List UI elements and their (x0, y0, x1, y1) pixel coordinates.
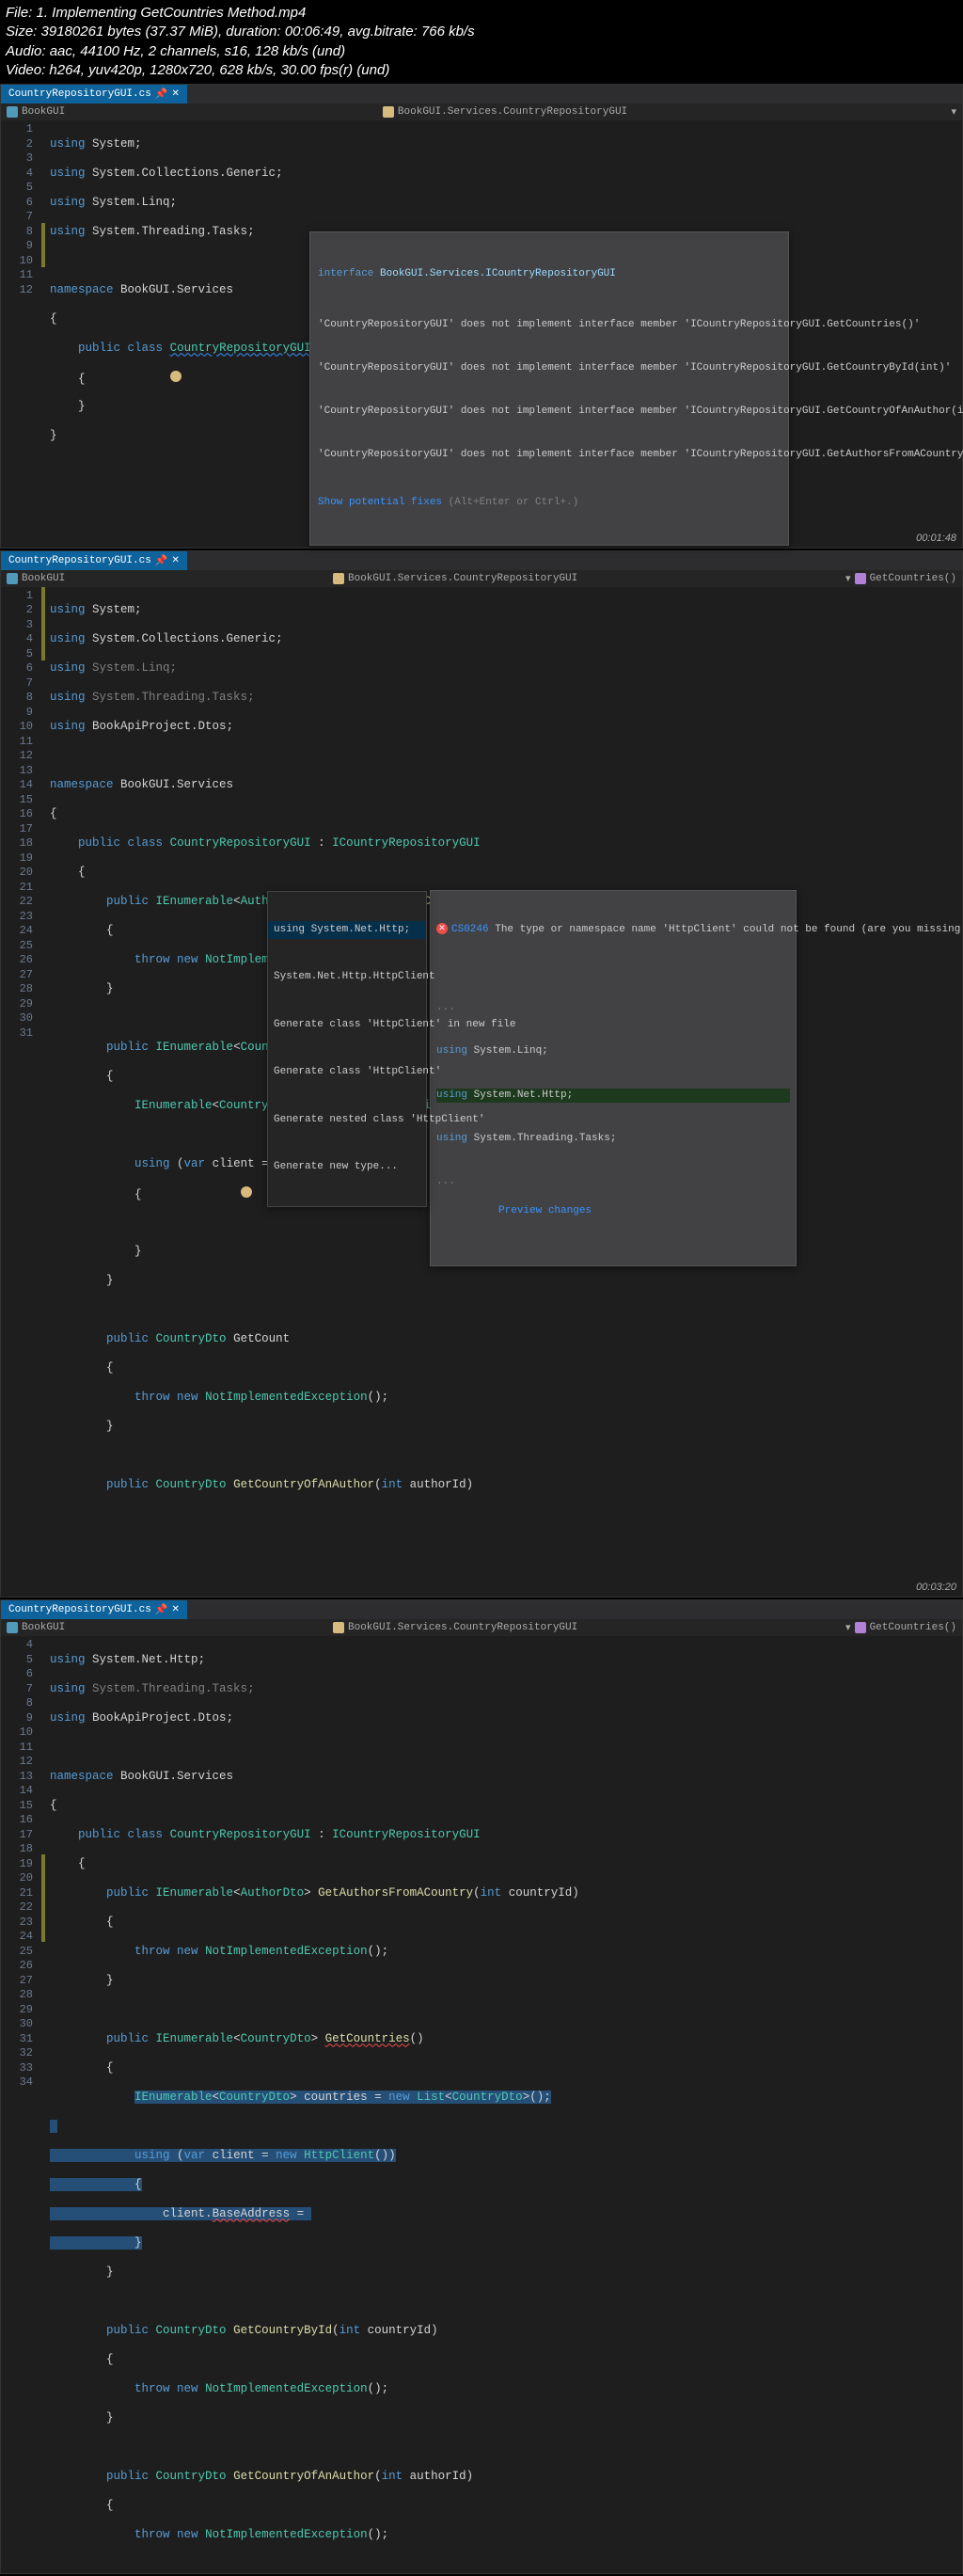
error-tooltip-2: ✕CS0246 The type or namespace name 'Http… (430, 890, 797, 1267)
project-icon (7, 1622, 18, 1633)
qf-item[interactable]: Generate class 'HttpClient' in new file (268, 1016, 426, 1035)
meta-line-4: Video: h264, yuv420p, 1280x720, 628 kb/s… (6, 61, 957, 80)
qf-item[interactable]: Generate class 'HttpClient' (268, 1063, 426, 1082)
project-icon (7, 106, 18, 118)
pin-icon[interactable]: 📌 (155, 554, 168, 567)
qf-item[interactable]: Generate nested class 'HttpClient' (268, 1111, 426, 1130)
close-icon[interactable]: ✕ (172, 1604, 180, 1615)
line-gutter: 1234567891011121314151617181920212223242… (1, 587, 40, 1598)
code-area[interactable]: using System; using System.Collections.G… (46, 587, 962, 1598)
qf-item[interactable]: System.Net.Http.HttpClient (268, 968, 426, 987)
show-fixes-link[interactable]: Show potential fixes (318, 497, 442, 508)
code-area[interactable]: using System.Net.Http; using System.Thre… (46, 1636, 962, 2573)
meta-line-3: Audio: aac, 44100 Hz, 2 channels, s16, 1… (6, 42, 957, 61)
pin-icon[interactable]: 📌 (155, 1603, 168, 1616)
code-area[interactable]: using System; using System.Collections.G… (46, 120, 962, 548)
lightbulb-icon[interactable] (170, 371, 182, 382)
class-icon (333, 1622, 344, 1633)
editor-pane-2: CountryRepositoryGUI.cs 📌 ✕ BookGUI Book… (0, 550, 963, 1598)
qf-item[interactable]: Generate new type... (268, 1158, 426, 1177)
method-icon (855, 573, 866, 584)
tab-bar: CountryRepositoryGUI.cs 📌 ✕ (1, 1600, 962, 1619)
tab-filename: CountryRepositoryGUI.cs (8, 1604, 151, 1615)
line-gutter: 123456789101112 (1, 120, 40, 548)
error-tooltip: interface BookGUI.Services.ICountryRepos… (309, 231, 789, 546)
lightbulb-icon[interactable] (241, 1186, 252, 1198)
quickfix-menu[interactable]: using System.Net.Http; System.Net.Http.H… (267, 891, 427, 1207)
meta-line-1: File: 1. Implementing GetCountries Metho… (6, 4, 957, 23)
crumb-project[interactable]: BookGUI (22, 106, 65, 118)
class-icon (333, 573, 344, 584)
close-icon[interactable]: ✕ (172, 555, 180, 566)
breadcrumb: BookGUI BookGUI.Services.CountryReposito… (1, 103, 962, 120)
pin-icon[interactable]: 📌 (155, 87, 168, 101)
code-editor[interactable]: 123456789101112 using System; using Syst… (1, 120, 962, 548)
qf-item[interactable]: using System.Net.Http; (268, 921, 426, 940)
close-icon[interactable]: ✕ (172, 88, 180, 100)
code-editor[interactable]: 1234567891011121314151617181920212223242… (1, 587, 962, 1598)
file-tab[interactable]: CountryRepositoryGUI.cs 📌 ✕ (1, 85, 187, 103)
line-gutter: 4567891011121314151617181920212223242526… (1, 1636, 40, 2573)
file-tab[interactable]: CountryRepositoryGUI.cs 📌 ✕ (1, 1600, 187, 1619)
preview-changes-link[interactable]: Preview changes (498, 1205, 592, 1216)
tab-bar: CountryRepositoryGUI.cs 📌 ✕ (1, 551, 962, 570)
meta-line-2: Size: 39180261 bytes (37.37 MiB), durati… (6, 23, 957, 41)
error-icon: ✕ (436, 923, 448, 934)
crumb-class[interactable]: BookGUI.Services.CountryRepositoryGUI (398, 106, 627, 118)
tab-filename: CountryRepositoryGUI.cs (8, 555, 151, 566)
media-meta: File: 1. Implementing GetCountries Metho… (0, 0, 963, 84)
breadcrumb: BookGUI BookGUI.Services.CountryReposito… (1, 1619, 962, 1636)
tab-bar: CountryRepositoryGUI.cs 📌 ✕ (1, 85, 962, 103)
breadcrumb: BookGUI BookGUI.Services.CountryReposito… (1, 570, 962, 587)
tab-filename: CountryRepositoryGUI.cs (8, 88, 151, 100)
editor-pane-1: CountryRepositoryGUI.cs 📌 ✕ BookGUI Book… (0, 84, 963, 549)
project-icon (7, 573, 18, 584)
timestamp: 00:03:20 (916, 1582, 956, 1593)
editor-pane-3: CountryRepositoryGUI.cs 📌 ✕ BookGUI Book… (0, 1599, 963, 2574)
code-editor[interactable]: 4567891011121314151617181920212223242526… (1, 1636, 962, 2573)
timestamp: 00:01:48 (916, 533, 956, 544)
class-icon (383, 106, 394, 118)
file-tab[interactable]: CountryRepositoryGUI.cs 📌 ✕ (1, 551, 187, 570)
method-icon (855, 1622, 866, 1633)
